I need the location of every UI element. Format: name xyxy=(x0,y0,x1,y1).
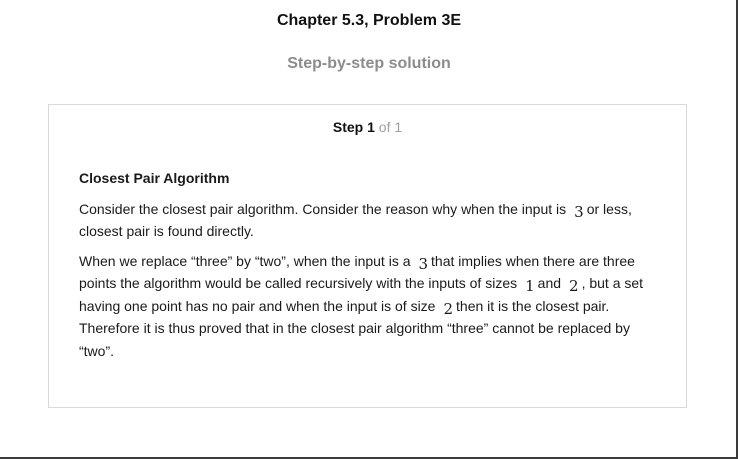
math-value: 1 xyxy=(525,277,535,295)
math-value: 2 xyxy=(569,277,579,295)
paragraph-text: When we replace “three” by “two”, when t… xyxy=(79,252,411,269)
step-total: of 1 xyxy=(378,119,403,135)
paragraph-2: When we replace “three” by “two”, when t… xyxy=(79,250,654,363)
step-number: 1 xyxy=(367,119,375,135)
step-label: Step xyxy=(332,119,364,135)
solution-label: Step-by-step solution xyxy=(287,55,451,72)
math-value: 2 xyxy=(443,299,454,318)
section-heading: Closest Pair Algorithm xyxy=(79,170,230,186)
chapter-title: Chapter 5.3, Problem 3E xyxy=(276,12,462,29)
math-value: 3 xyxy=(574,202,584,221)
solution-content: Closest Pair Algorithm Consider the clos… xyxy=(79,167,654,369)
step-header: Step 1 of 1 xyxy=(49,119,686,135)
paragraph-text: and xyxy=(537,275,562,291)
step-card: Step 1 of 1 Closest Pair Algorithm Consi… xyxy=(48,104,687,408)
paragraph-1: Consider the closest pair algorithm. Con… xyxy=(79,198,654,243)
paragraph-text: Consider the closest pair algorithm. Con… xyxy=(79,200,567,217)
math-value: 3 xyxy=(418,254,429,273)
